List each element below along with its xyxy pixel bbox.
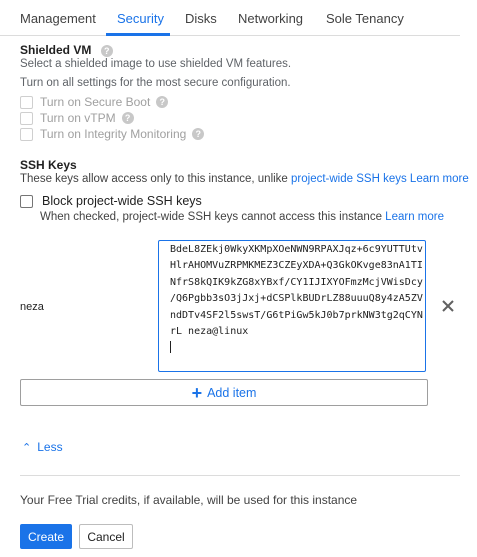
add-item-button[interactable]: + Add item bbox=[20, 379, 428, 406]
help-icon[interactable]: ? bbox=[100, 44, 113, 57]
ssh-key-username: neza bbox=[20, 301, 44, 313]
tab-security[interactable]: Security bbox=[117, 11, 164, 26]
block-project-ssh-checkbox[interactable] bbox=[20, 194, 33, 208]
integrity-monitoring-label: Turn on Integrity Monitoring bbox=[40, 127, 187, 141]
secure-boot-label: Turn on Secure Boot bbox=[40, 95, 151, 109]
tab-networking[interactable]: Networking bbox=[238, 11, 303, 26]
ssh-key-textarea[interactable]: BdeL8ZEkj0WkyXKMpXOeNWN9RPAXJqz+6c9YUTTU… bbox=[158, 240, 426, 372]
integrity-monitoring-checkbox[interactable] bbox=[20, 127, 33, 141]
ssh-keys-title: SSH Keys bbox=[20, 158, 77, 172]
ssh-keys-description: These keys allow access only to this ins… bbox=[20, 173, 469, 185]
shielded-vm-title: Shielded VM bbox=[20, 43, 92, 57]
block-project-ssh-desc: When checked, project-wide SSH keys cann… bbox=[40, 211, 382, 223]
help-icon[interactable]: ? bbox=[192, 128, 205, 140]
less-toggle[interactable]: ⌃ Less bbox=[22, 440, 63, 454]
shielded-vm-description: Select a shielded image to use shielded … bbox=[20, 58, 292, 70]
project-wide-ssh-keys-link[interactable]: project-wide SSH keys bbox=[291, 173, 407, 185]
close-icon[interactable] bbox=[438, 296, 458, 316]
add-item-label: Add item bbox=[207, 385, 257, 400]
shielded-vm-secure-hint: Turn on all settings for the most secure… bbox=[20, 77, 291, 89]
learn-more-link[interactable]: Learn more bbox=[410, 173, 469, 185]
create-button[interactable]: Create bbox=[20, 524, 72, 549]
integrity-monitoring-option: Turn on Integrity Monitoring ? bbox=[20, 126, 205, 142]
ssh-key-line: /Q6Pgbb3sO3jJxj+dCSPlkBUDrLZ88uuuQ8y4zA5… bbox=[170, 293, 423, 305]
block-project-ssh-option: Block project-wide SSH keys bbox=[20, 193, 202, 209]
ssh-key-line: rL neza@linux bbox=[170, 326, 249, 338]
active-tab-indicator bbox=[106, 33, 170, 36]
tab-sole-tenancy[interactable]: Sole Tenancy bbox=[326, 11, 404, 26]
learn-more-link[interactable]: Learn more bbox=[385, 211, 444, 223]
ssh-keys-desc-text: These keys allow access only to this ins… bbox=[20, 173, 292, 185]
tab-management[interactable]: Management bbox=[20, 11, 96, 26]
shielded-vm-section: Shielded VM ? bbox=[20, 43, 113, 57]
chevron-up-icon: ⌃ bbox=[22, 441, 32, 454]
block-project-ssh-label: Block project-wide SSH keys bbox=[42, 194, 202, 208]
vtpm-option: Turn on vTPM ? bbox=[20, 110, 134, 126]
free-trial-notice: Your Free Trial credits, if available, w… bbox=[20, 493, 358, 507]
tab-disks[interactable]: Disks bbox=[185, 11, 217, 26]
cancel-button[interactable]: Cancel bbox=[79, 524, 133, 549]
ssh-key-line: BdeL8ZEkj0WkyXKMpXOeNWN9RPAXJqz+6c9YUTTU… bbox=[170, 244, 423, 255]
secure-boot-checkbox[interactable] bbox=[20, 95, 33, 109]
vtpm-checkbox[interactable] bbox=[20, 111, 33, 125]
less-label: Less bbox=[37, 440, 63, 454]
secure-boot-option: Turn on Secure Boot ? bbox=[20, 94, 169, 110]
ssh-key-line: ndDTv4SF2l5swsT/G6tPiGw5kJ0b7prkNW3tg2qC… bbox=[170, 309, 423, 321]
block-project-ssh-hint: When checked, project-wide SSH keys cann… bbox=[40, 211, 444, 223]
plus-icon: + bbox=[191, 382, 203, 403]
tab-bar: Management Security Disks Networking Sol… bbox=[0, 0, 460, 36]
ssh-key-line: HlrAHOMVuZRPMKMEZ3CZEyXDA+Q3GkOKvge83nA1… bbox=[170, 260, 423, 272]
help-icon[interactable]: ? bbox=[121, 112, 134, 124]
divider bbox=[20, 475, 460, 476]
vtpm-label: Turn on vTPM bbox=[40, 111, 116, 125]
text-cursor bbox=[170, 340, 425, 356]
help-icon[interactable]: ? bbox=[156, 96, 169, 108]
ssh-key-line: NfrS8kQIK9kZG8xYBxf/CY1IJIXYOFmzMcjVWisD… bbox=[170, 276, 423, 288]
